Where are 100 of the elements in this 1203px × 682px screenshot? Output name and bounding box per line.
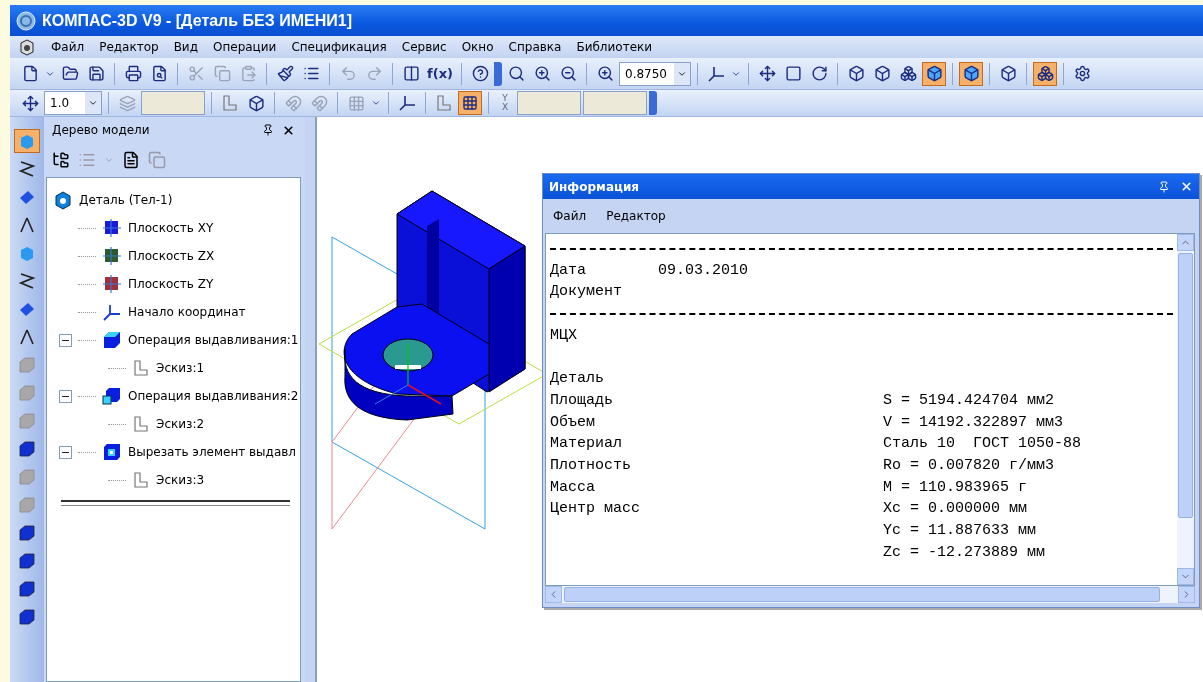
tool-icon: [18, 384, 36, 402]
tool-icon: [18, 328, 36, 346]
app-logo-icon: [16, 10, 36, 31]
collapse-toggle[interactable]: [59, 389, 72, 403]
report-value: V = 14192.322897 мм3: [883, 412, 1064, 433]
menu-item[interactable]: Операции: [212, 40, 277, 54]
tree-item[interactable]: Плоскость ZY: [128, 277, 214, 291]
input-field[interactable]: [583, 91, 647, 115]
gear-icon: [1073, 65, 1091, 82]
plane-icon: [102, 275, 122, 293]
menu-item[interactable]: Окно: [461, 40, 494, 54]
plane-icon: [102, 247, 122, 265]
tree-item[interactable]: Эскиз:1: [156, 361, 205, 375]
tree-item[interactable]: Вырезать элемент выдавл: [128, 445, 296, 459]
collapse-toggle[interactable]: [59, 333, 72, 347]
menu-item[interactable]: Редактор: [99, 40, 159, 54]
tree-item[interactable]: Эскиз:2: [156, 417, 205, 431]
pin-icon[interactable]: [262, 124, 274, 136]
tree-item[interactable]: Операция выдавливания:2: [128, 389, 299, 403]
magnet-icon: [310, 94, 328, 112]
toolbar-grip[interactable]: [649, 91, 657, 115]
sketch-icon: [132, 471, 150, 489]
report-value: Yc = 11.887633 мм: [883, 520, 1037, 541]
menu-item[interactable]: Файл: [51, 40, 85, 54]
report-label: МЦХ: [550, 325, 578, 346]
tool-icon: [18, 244, 36, 262]
snap-button[interactable]: [458, 91, 482, 115]
scale-field[interactable]: 0.8750: [619, 61, 691, 86]
sketch-icon: [435, 94, 453, 112]
caret-icon: [371, 98, 381, 108]
dimension-icon: [21, 94, 39, 112]
tree-view-icon[interactable]: [52, 151, 70, 169]
shaded-cube-button[interactable]: [959, 61, 983, 86]
cube-icon: [102, 386, 122, 406]
tool-icon: [18, 552, 36, 570]
plane-icon: [102, 219, 122, 237]
cube-icon: [102, 330, 122, 350]
tree-item[interactable]: Начало координат: [128, 305, 246, 319]
document-icon[interactable]: [122, 151, 140, 169]
toolbar-grip[interactable]: [494, 61, 502, 86]
menu-item[interactable]: Сервис: [401, 40, 447, 54]
menu-item[interactable]: Справка: [508, 40, 562, 54]
magnet-icon: [284, 94, 302, 112]
pin-icon[interactable]: [1158, 180, 1170, 193]
report-label: Деталь: [550, 369, 605, 390]
tree-item[interactable]: Деталь (Тел-1): [79, 193, 173, 207]
report-label: Объем: [550, 412, 596, 433]
coordinates-label: Y X: [500, 94, 510, 112]
section-button[interactable]: [1033, 61, 1057, 86]
menu-item[interactable]: Вид: [173, 40, 198, 54]
report-label: Площадь: [550, 390, 614, 411]
tool-icon: [18, 496, 36, 514]
report-value: Zc = -12.273889 мм: [883, 542, 1046, 563]
input-field[interactable]: [141, 91, 205, 115]
scissors-icon: [187, 65, 205, 82]
tree-item[interactable]: Операция выдавливания:1: [128, 333, 299, 347]
tree-item[interactable]: Плоскость XY: [128, 221, 214, 235]
zoom-in-icon: [533, 65, 551, 82]
menu-item[interactable]: Спецификация: [291, 40, 387, 54]
vertical-scrollbar[interactable]: [1177, 234, 1194, 585]
input-field[interactable]: [517, 91, 581, 115]
window-title: Информация: [549, 179, 640, 194]
tool-icon: [18, 300, 36, 318]
scale-field[interactable]: 1.0: [44, 91, 102, 115]
close-icon[interactable]: [1180, 180, 1193, 193]
menu-item[interactable]: Файл: [553, 209, 587, 223]
report-value: Xc = 0.000000 мм: [883, 499, 1028, 520]
cube-icon: [999, 65, 1017, 82]
tool-icon: [18, 580, 36, 598]
caret-icon: [88, 98, 98, 108]
report-label: Центр масс: [550, 499, 641, 520]
menu-item[interactable]: Библиотеки: [576, 40, 653, 54]
tool-icon: [18, 272, 36, 290]
undo-icon: [339, 65, 357, 82]
scroll-thumb[interactable]: [564, 587, 1160, 602]
tree-item[interactable]: Эскиз:3: [156, 473, 205, 487]
window-title: КОМПАС-3D V9 - [Деталь БЕЗ ИМЕНИ1]: [42, 11, 352, 30]
sketch-icon: [132, 359, 150, 377]
menu-item[interactable]: Редактор: [606, 209, 666, 223]
tool-icon: [18, 188, 36, 206]
tool-icon: [18, 412, 36, 430]
new-file-icon: [21, 65, 39, 82]
close-icon[interactable]: [282, 123, 295, 137]
collapse-toggle[interactable]: [59, 445, 72, 459]
horizontal-scrollbar[interactable]: [545, 586, 1195, 603]
search-icon: [507, 65, 525, 82]
shaded-cube-button[interactable]: [922, 61, 946, 86]
save-icon: [87, 65, 105, 82]
axes-icon: [102, 303, 122, 321]
panel-title: Дерево модели: [52, 123, 151, 137]
redo-icon: [365, 65, 383, 82]
report-value: Ro = 0.007820 г/мм3: [883, 455, 1055, 476]
cube-icon: [247, 94, 265, 112]
scroll-thumb[interactable]: [1178, 253, 1193, 518]
shaded-cube-icon: [925, 65, 943, 82]
snap-icon: [462, 95, 478, 111]
paste-icon: [239, 65, 257, 82]
move-icon: [758, 65, 776, 82]
function-button[interactable]: f(x): [425, 61, 455, 86]
tree-item[interactable]: Плоскость ZX: [128, 249, 215, 263]
